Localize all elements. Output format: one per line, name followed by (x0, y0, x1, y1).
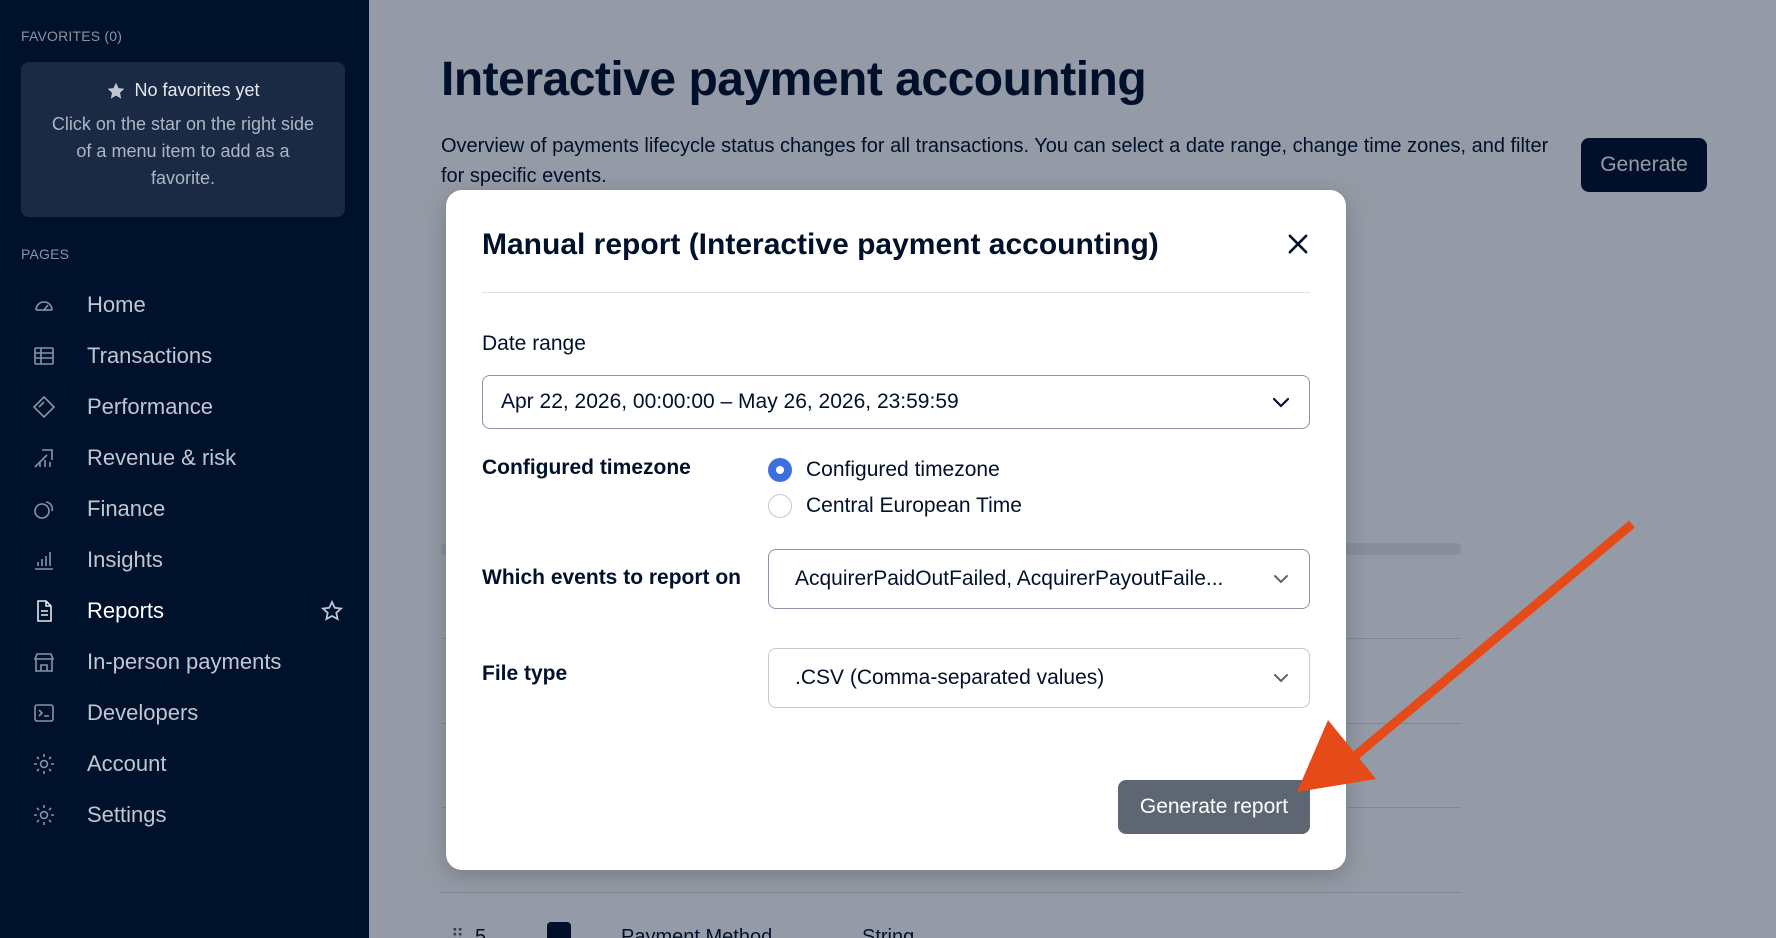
sidebar-item-in-person-payments[interactable]: In-person payments (0, 636, 369, 687)
terminal-icon (32, 701, 56, 725)
sidebar-item-label: Settings (87, 801, 167, 827)
radio-label: Configured timezone (806, 458, 1000, 481)
sidebar-item-label: Account (87, 750, 167, 776)
radio-label: Central European Time (806, 494, 1022, 517)
timezone-label: Configured timezone (482, 456, 691, 479)
sidebar-item-label: Revenue & risk (87, 444, 237, 470)
events-value: AcquirerPaidOutFailed, AcquirerPayoutFai… (795, 567, 1224, 590)
document-icon (32, 599, 56, 623)
sidebar-item-settings[interactable]: Settings (0, 789, 369, 840)
favorites-section-label: FAVORITES (0) (21, 28, 123, 44)
modal-divider (482, 292, 1310, 293)
favorites-empty-title: No favorites yet (21, 80, 345, 101)
timezone-option-cet[interactable]: Central European Time (768, 492, 1022, 520)
events-label: Which events to report on (482, 566, 742, 589)
favorites-empty-box: No favorites yet Click on the star on th… (21, 62, 345, 217)
coins-icon (32, 497, 56, 521)
radio-selected[interactable] (768, 458, 792, 482)
favorites-empty-title-text: No favorites yet (134, 80, 260, 100)
close-icon[interactable] (1284, 230, 1312, 258)
gauge-icon (32, 293, 56, 317)
sidebar-item-developers[interactable]: Developers (0, 687, 369, 738)
sidebar-item-label: In-person payments (87, 648, 282, 674)
date-range-select[interactable]: Apr 22, 2026, 00:00:00 – May 26, 2026, 2… (482, 375, 1310, 429)
sidebar-item-account[interactable]: Account (0, 738, 369, 789)
star-filled-icon (108, 82, 125, 99)
gear-icon (32, 752, 56, 776)
events-select[interactable]: AcquirerPaidOutFailed, AcquirerPayoutFai… (768, 549, 1310, 609)
pages-section-label: PAGES (21, 246, 70, 262)
table-icon (32, 344, 56, 368)
store-icon (32, 650, 56, 674)
sidebar-item-label: Transactions (87, 342, 213, 368)
manual-report-modal: Manual report (Interactive payment accou… (446, 190, 1346, 870)
bar-chart-icon (32, 548, 56, 572)
chevron-down-icon (1274, 575, 1288, 584)
sidebar-item-transactions[interactable]: Transactions (0, 330, 369, 381)
sidebar-item-finance[interactable]: Finance (0, 483, 369, 534)
sidebar-item-label: Finance (87, 495, 166, 521)
diamond-icon (32, 395, 56, 419)
sidebar-item-revenue-risk[interactable]: Revenue & risk (0, 432, 369, 483)
chevron-down-icon (1274, 674, 1288, 683)
modal-title: Manual report (Interactive payment accou… (482, 228, 1159, 261)
sidebar-item-reports[interactable]: Reports (0, 585, 369, 636)
generate-report-button[interactable]: Generate report (1118, 780, 1310, 834)
sidebar-item-label: Developers (87, 699, 199, 725)
favorites-empty-text: Click on the star on the right side of a… (51, 114, 315, 188)
file-type-label: File type (482, 662, 568, 685)
date-range-value: Apr 22, 2026, 00:00:00 – May 26, 2026, 2… (501, 390, 959, 413)
sidebar: FAVORITES (0) No favorites yet Click on … (0, 0, 369, 938)
sidebar-item-performance[interactable]: Performance (0, 381, 369, 432)
file-type-value: .CSV (Comma-separated values) (795, 666, 1105, 689)
radio-unselected[interactable] (768, 494, 792, 518)
file-type-select[interactable]: .CSV (Comma-separated values) (768, 648, 1310, 708)
favorite-star-icon[interactable] (320, 599, 344, 623)
sidebar-item-label: Home (87, 291, 146, 317)
sidebar-item-label: Reports (87, 597, 165, 623)
date-range-label: Date range (482, 332, 586, 355)
chart-arrow-icon (32, 446, 56, 470)
gear-icon (32, 803, 56, 827)
timezone-option-configured[interactable]: Configured timezone (768, 456, 1000, 484)
sidebar-item-insights[interactable]: Insights (0, 534, 369, 585)
sidebar-item-home[interactable]: Home (0, 279, 369, 330)
chevron-down-icon (1272, 397, 1290, 408)
sidebar-item-label: Performance (87, 393, 213, 419)
sidebar-item-label: Insights (87, 546, 163, 572)
